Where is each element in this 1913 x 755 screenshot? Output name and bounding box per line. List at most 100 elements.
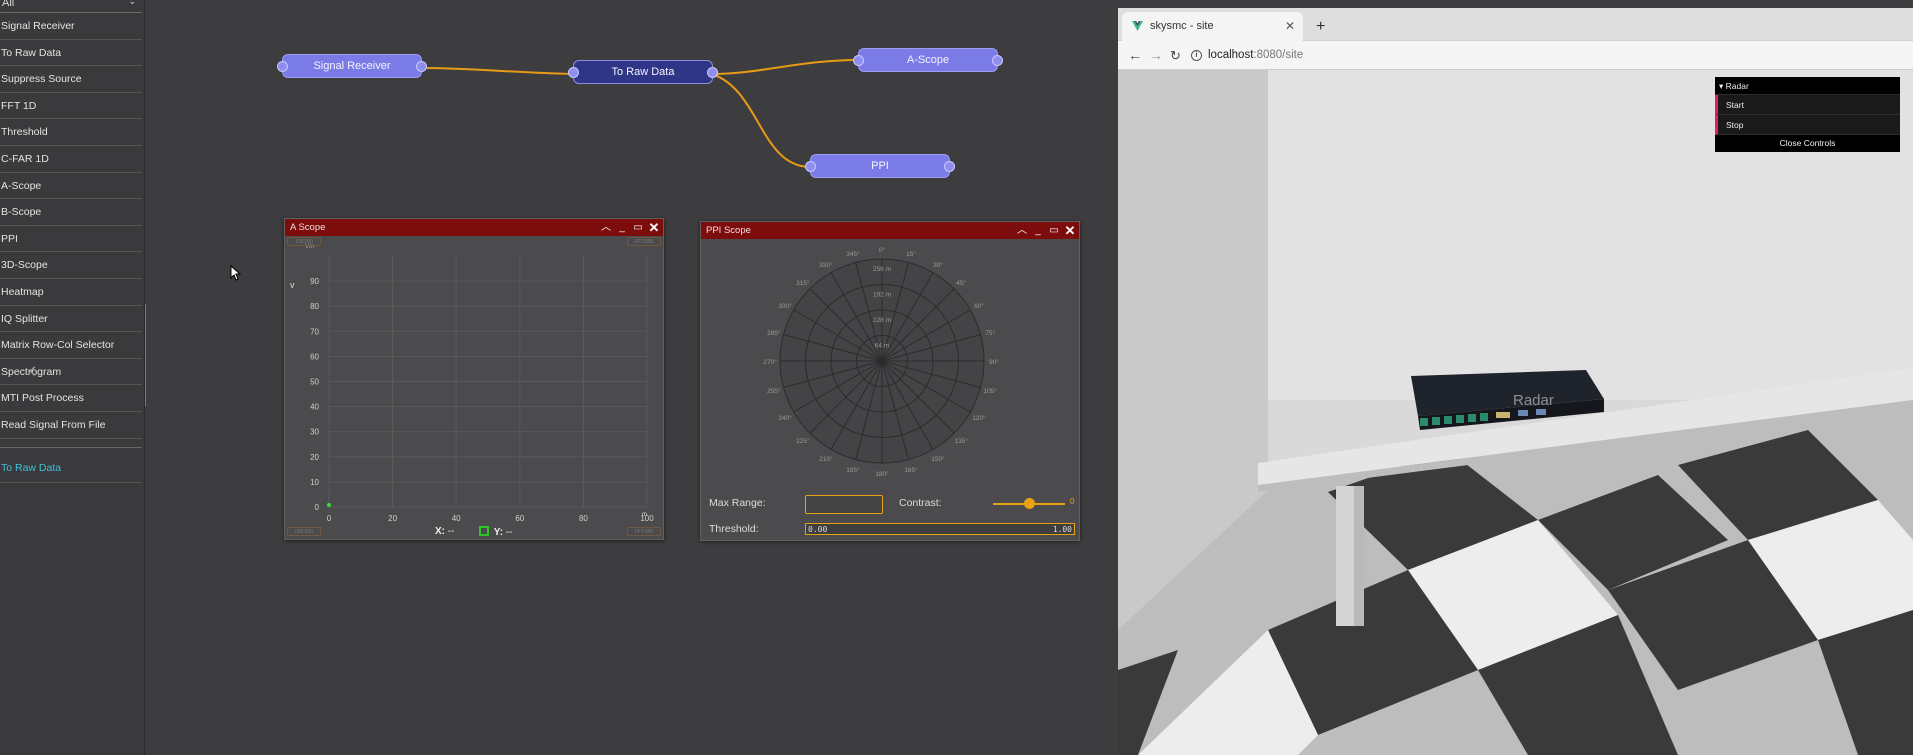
- info-icon[interactable]: i: [1191, 50, 1202, 61]
- collapse-icon[interactable]: ︿: [600, 219, 612, 236]
- ppi-angle-label: 120°: [972, 414, 986, 422]
- ppi-angle-label: 105°: [983, 387, 997, 395]
- y-readout-value: --: [505, 527, 513, 538]
- output-port[interactable]: [944, 161, 955, 172]
- sidebar-item-3d-scope[interactable]: 3D-Scope: [0, 252, 142, 279]
- gui-folder-radar[interactable]: ▾ Radar: [1715, 77, 1900, 95]
- url-field[interactable]: localhost:8080/site: [1208, 41, 1303, 70]
- input-port[interactable]: [568, 67, 579, 78]
- close-icon[interactable]: ✕: [1285, 12, 1295, 41]
- new-tab-button[interactable]: +: [1316, 12, 1325, 41]
- ppi-range-label: 128 m: [873, 317, 891, 324]
- a-scope-plot[interactable]: 90807060504030201000 20 40 60 80 100vVmm: [285, 236, 663, 539]
- input-port[interactable]: [805, 161, 816, 172]
- ppi-range-label: 64 m: [875, 343, 889, 350]
- y-tick-label: 90: [310, 277, 319, 286]
- sidebar-item-read-signal-from-file[interactable]: Read Signal From File: [0, 412, 142, 439]
- ppi-angle-label: 300°: [778, 302, 792, 310]
- ppi-angle-label: 30°: [933, 261, 943, 269]
- sidebar-item-iq-splitter[interactable]: IQ Splitter: [0, 306, 142, 333]
- output-port[interactable]: [992, 55, 1003, 66]
- threshold-range-slider[interactable]: 0.00 1.00: [805, 523, 1075, 535]
- forward-arrow-icon[interactable]: →: [1149, 41, 1163, 70]
- y-tick-label: 60: [310, 352, 319, 361]
- sidebar-item-ppi[interactable]: PPI: [0, 226, 142, 253]
- y-tick-label: 30: [310, 428, 319, 437]
- tab-bar: skysmc - site ✕ +: [1118, 8, 1913, 41]
- ppi-angle-label: 345°: [846, 250, 860, 258]
- x-tick-label: 60: [515, 514, 524, 523]
- ppi-angle-label: 90°: [989, 358, 999, 366]
- sidebar-item-a-scope[interactable]: A-Scope: [0, 173, 142, 200]
- address-bar: ← → ↻ i localhost:8080/site: [1118, 41, 1913, 70]
- plot-tag: FFT.000: [627, 527, 661, 536]
- sidebar-item-heatmap[interactable]: Heatmap: [0, 279, 142, 306]
- node-ppi[interactable]: PPI: [805, 154, 955, 178]
- node-to-raw-data[interactable]: To Raw Data: [568, 60, 718, 84]
- sidebar-item-mti-post-process[interactable]: MTI Post Process: [0, 385, 142, 412]
- sidebar-item-threshold[interactable]: Threshold: [0, 119, 142, 146]
- node-a-scope[interactable]: A-Scope: [853, 48, 1003, 72]
- chevron-left-icon[interactable]: ‹: [29, 357, 36, 383]
- back-arrow-icon[interactable]: ←: [1128, 41, 1142, 70]
- close-icon[interactable]: ✕: [648, 219, 660, 236]
- input-port[interactable]: [853, 55, 864, 66]
- threshold-low-value: 0.00: [808, 525, 828, 534]
- sidebar-item-suppress-source[interactable]: Suppress Source: [0, 66, 142, 93]
- device-label: Radar: [1513, 392, 1554, 409]
- ppi-angle-label: 60°: [974, 302, 984, 310]
- panel-header[interactable]: PPI Scope ︿ _ ▭ ✕: [701, 222, 1079, 239]
- node-label: PPI: [871, 160, 889, 172]
- contrast-label: Contrast:: [899, 497, 942, 509]
- output-port[interactable]: [707, 67, 718, 78]
- sidebar-item-spectrogram[interactable]: Spectrogram: [0, 359, 142, 386]
- maximize-icon[interactable]: ▭: [1048, 222, 1060, 239]
- x-readout-label: X:: [435, 526, 445, 537]
- sidebar-item-fft-1d[interactable]: FFT 1D: [0, 93, 142, 120]
- contrast-value: 0: [1070, 497, 1075, 506]
- ppi-polar-plot[interactable]: 0° 15° 30° 45° 60° 75° 90° 105° 120° 135° 150° 165°…: [701, 239, 1079, 484]
- category-select-value: All: [2, 0, 15, 9]
- divider: [0, 447, 142, 448]
- max-range-input[interactable]: [805, 495, 883, 514]
- minimize-icon[interactable]: _: [616, 219, 628, 236]
- stop-button[interactable]: Stop: [1715, 115, 1900, 135]
- 3d-scene-viewport[interactable]: Radar ▾ Radar Start Stop Close Controls: [1118, 70, 1913, 755]
- y-readout: Y: --: [479, 526, 513, 538]
- output-port[interactable]: [416, 61, 427, 72]
- maximize-icon[interactable]: ▭: [632, 219, 644, 236]
- panel-header[interactable]: A Scope ︿ _ ▭ ✕: [285, 219, 663, 236]
- sidebar-item-matrix-row-col-selector[interactable]: Matrix Row-Col Selector: [0, 332, 142, 359]
- ppi-range-label: 192 m: [873, 292, 891, 299]
- node-type-list: Signal Receiver To Raw Data Suppress Sourc…: [0, 13, 142, 439]
- close-controls-button[interactable]: Close Controls: [1715, 135, 1900, 152]
- reload-icon[interactable]: ↻: [1170, 41, 1181, 70]
- sidebar-item-b-scope[interactable]: B-Scope: [0, 199, 142, 226]
- selected-node-label[interactable]: To Raw Data: [1, 462, 61, 474]
- y-tick-label: 70: [310, 327, 319, 336]
- y-readout-label: Y:: [493, 527, 504, 538]
- series-color-swatch[interactable]: [479, 526, 489, 536]
- sidebar-item-to-raw-data[interactable]: To Raw Data: [0, 40, 142, 67]
- close-icon[interactable]: ✕: [1064, 222, 1076, 239]
- x-tick-label: 40: [452, 514, 461, 523]
- ppi-scope-panel: PPI Scope ︿ _ ▭ ✕ 0° 15° 30° 45° 60° 75° 90° 10…: [700, 221, 1080, 541]
- ppi-angle-label: 225°: [796, 437, 810, 445]
- radar-room-scene: Radar: [1118, 70, 1913, 755]
- sidebar-item-signal-receiver[interactable]: Signal Receiver: [0, 13, 142, 40]
- ppi-angle-label: 255°: [767, 387, 781, 395]
- collapse-icon[interactable]: ︿: [1016, 222, 1028, 239]
- a-scope-panel: A Scope ︿ _ ▭ ✕ 90 80 70 60 50 40 30 20 10 0 0 20 40…: [284, 218, 664, 540]
- y-tick-label: 50: [310, 378, 319, 387]
- category-select[interactable]: All ⌄: [0, 0, 142, 13]
- ppi-controls: Max Range: Contrast: 0 Threshold: 0.00 1…: [701, 485, 1079, 540]
- start-button[interactable]: Start: [1715, 95, 1900, 115]
- browser-window: skysmc - site ✕ + ← → ↻ i localhost:8080…: [1118, 8, 1913, 755]
- minimize-icon[interactable]: _: [1032, 222, 1044, 239]
- sidebar-item-c-far-1d[interactable]: C-FAR 1D: [0, 146, 142, 173]
- y-tick-label: 0: [315, 503, 320, 512]
- input-port[interactable]: [277, 61, 288, 72]
- contrast-slider-handle[interactable]: [1023, 498, 1035, 509]
- browser-tab[interactable]: skysmc - site ✕: [1122, 12, 1303, 41]
- node-signal-receiver[interactable]: Signal Receiver: [277, 54, 427, 78]
